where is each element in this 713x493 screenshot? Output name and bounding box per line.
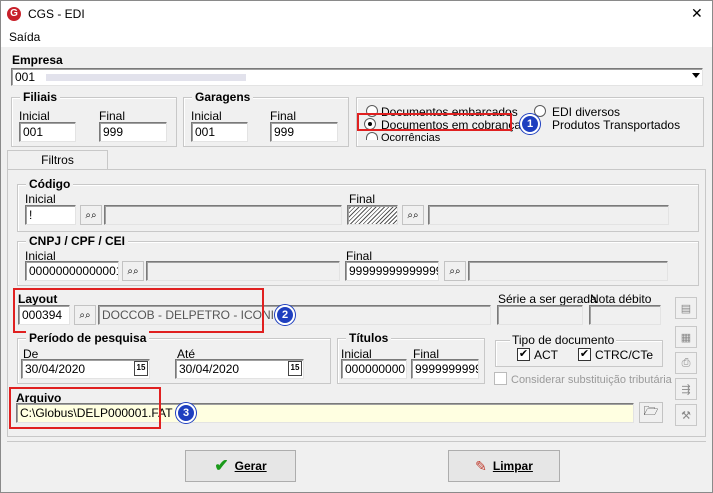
gerar-label: Gerar — [234, 459, 267, 473]
edi-window: G CGS - EDI ✕ Saída Empresa 001 Filiais … — [0, 0, 713, 493]
gerar-button[interactable]: ✔ Gerar — [185, 450, 296, 482]
limpar-button[interactable]: ✎ Limpar — [448, 450, 560, 482]
cnpj-inicial-input[interactable]: 00000000000001 — [25, 261, 119, 281]
window-title: CGS - EDI — [28, 7, 85, 21]
title-bar: G CGS - EDI ✕ — [1, 1, 712, 27]
filiais-final-label: Final — [99, 109, 126, 123]
printer-icon[interactable]: ⎙ — [675, 352, 697, 374]
codigo-inicial-input[interactable]: ! — [25, 205, 76, 225]
empresa-select[interactable]: 001 — [11, 68, 703, 86]
binoculars-icon[interactable]: ⌕⌕ — [122, 261, 144, 281]
tools-icon[interactable]: ⚒ — [675, 404, 697, 426]
filiais-final-input[interactable]: 999 — [99, 122, 167, 142]
radio-label-produtos[interactable]: Produtos Transportados — [552, 118, 680, 132]
export-icon[interactable]: ⇶ — [675, 378, 697, 400]
menu-item-saida[interactable]: Saída — [9, 30, 40, 44]
bottom-divider — [7, 441, 706, 442]
titulos-title: Títulos — [346, 331, 392, 345]
step-badge-3: 3 — [176, 403, 196, 423]
periodo-ate-value: 30/04/2020 — [179, 362, 240, 376]
considerar-label[interactable]: Considerar substituição tributária — [511, 373, 672, 387]
empresa-label: Empresa — [12, 53, 63, 67]
app-logo-icon: G — [7, 7, 21, 21]
codigo-final-input[interactable] — [347, 205, 398, 225]
periodo-ate-input[interactable]: 30/04/2020 15 — [175, 359, 304, 379]
codigo-final-desc — [428, 205, 669, 225]
binoculars-icon[interactable]: ⌕⌕ — [80, 205, 102, 225]
binoculars-icon[interactable]: ⌕⌕ — [444, 261, 466, 281]
menu-bar: Saída — [1, 27, 712, 47]
checkmark-icon: ✔ — [214, 456, 229, 475]
radio-label-edi-diversos[interactable]: EDI diversos — [552, 105, 620, 119]
periodo-de-value: 30/04/2020 — [25, 362, 86, 376]
tipo-documento-title: Tipo de documento — [510, 333, 617, 347]
cnpj-inicial-desc — [146, 261, 340, 281]
highlight-box-2 — [13, 288, 264, 333]
highlight-box-3 — [9, 387, 161, 429]
nota-debito-label: Nota débito — [590, 292, 652, 306]
close-icon[interactable]: ✕ — [691, 6, 703, 20]
nota-debito-input — [589, 305, 661, 325]
empresa-blurred-name — [46, 74, 247, 82]
calendar-icon[interactable]: 15 — [134, 361, 148, 376]
limpar-label: Limpar — [492, 459, 533, 473]
act-checkbox[interactable]: ✔ — [517, 348, 530, 361]
highlight-box-1 — [357, 113, 512, 131]
titulos-inicial-input[interactable]: 0000000001 — [341, 359, 407, 379]
radio-label-ocorrencias[interactable]: Ocorrências — [381, 131, 440, 145]
considerar-checkbox[interactable] — [494, 372, 507, 385]
step-badge-1: 1 — [520, 114, 540, 134]
codigo-title: Código — [26, 177, 74, 191]
garagens-final-input[interactable]: 999 — [270, 122, 338, 142]
filiais-title: Filiais — [20, 90, 61, 104]
binoculars-icon[interactable]: ⌕⌕ — [402, 205, 424, 225]
titulos-final-input[interactable]: 9999999999 — [411, 359, 479, 379]
tab-filtros[interactable]: Filtros — [7, 150, 108, 170]
step-badge-2: 2 — [275, 305, 295, 325]
filiais-inicial-input[interactable]: 001 — [19, 122, 76, 142]
serie-input — [497, 305, 583, 325]
eraser-icon: ✎ — [475, 457, 487, 474]
cnpj-final-desc — [468, 261, 668, 281]
cnpj-final-input[interactable]: 99999999999999 — [345, 261, 439, 281]
codigo-inicial-label: Inicial — [25, 192, 56, 206]
garagens-inicial-input[interactable]: 001 — [191, 122, 248, 142]
garagens-final-label: Final — [270, 109, 297, 123]
folder-open-icon[interactable]: 🗁 — [639, 402, 663, 423]
act-label[interactable]: ACT — [534, 348, 558, 362]
serie-label: Série a ser gerada — [498, 292, 597, 306]
periodo-title: Período de pesquisa — [26, 331, 150, 345]
chevron-down-icon[interactable] — [692, 73, 700, 78]
periodo-de-input[interactable]: 30/04/2020 15 — [21, 359, 150, 379]
report-icon[interactable]: ▦ — [675, 326, 697, 348]
empresa-value: 001 — [15, 70, 36, 84]
codigo-inicial-desc — [104, 205, 342, 225]
ctrc-checkbox[interactable]: ✔ — [578, 348, 591, 361]
calendar-icon[interactable]: 15 — [288, 361, 302, 376]
radio-ocorrencias[interactable] — [366, 132, 378, 140]
tab-filtros-label: Filtros — [41, 153, 74, 167]
document-icon[interactable]: ▤ — [675, 297, 697, 319]
cnpj-title: CNPJ / CPF / CEI — [26, 234, 129, 248]
garagens-inicial-label: Inicial — [191, 109, 222, 123]
garagens-title: Garagens — [192, 90, 254, 104]
filiais-inicial-label: Inicial — [19, 109, 50, 123]
ctrc-label[interactable]: CTRC/CTe — [595, 348, 653, 362]
codigo-final-label: Final — [349, 192, 376, 206]
